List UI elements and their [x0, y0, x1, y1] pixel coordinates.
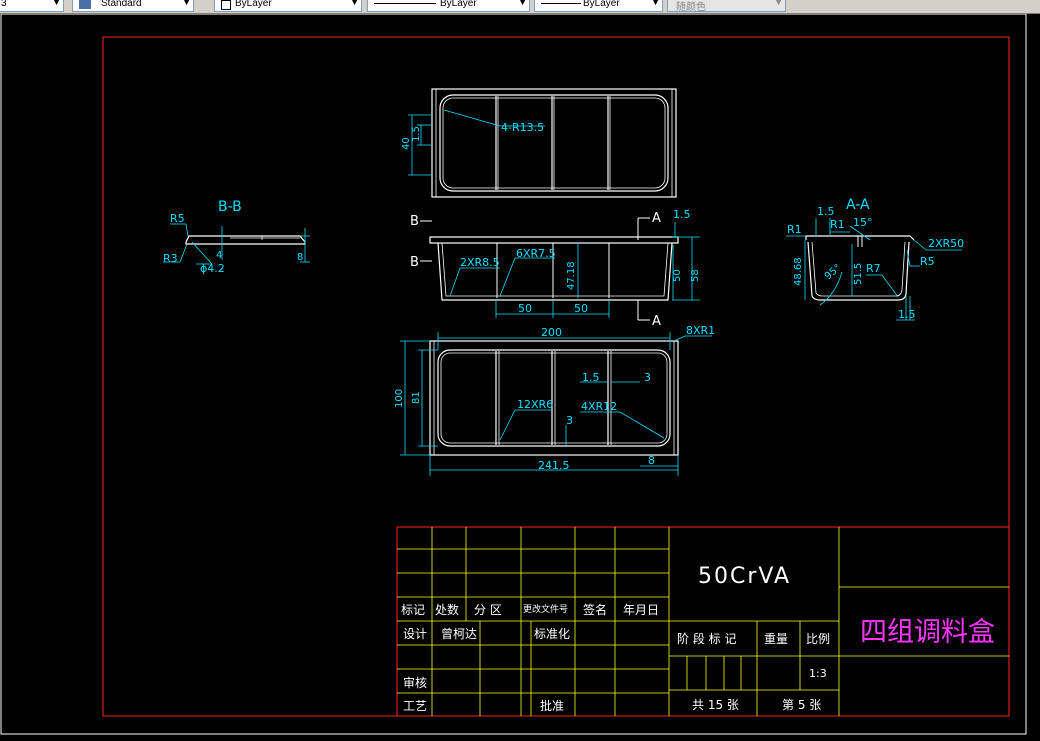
design-label: 设计	[403, 627, 427, 641]
text-style-dropdown[interactable]: Standard ▼	[72, 0, 194, 12]
dim-bb-h4: 4	[216, 250, 222, 261]
dim-front-w50b: 50	[574, 302, 588, 315]
dim-plan-w200: 200	[541, 326, 562, 339]
dim-top-t15: 1.5	[411, 126, 422, 142]
dim-aa-r5: R5	[920, 255, 935, 268]
section-markers	[420, 217, 650, 321]
chevron-down-icon[interactable]: ▼	[182, 0, 191, 7]
chevron-down-icon: ▼	[774, 0, 783, 7]
dim-plan-w2415: 241.5	[538, 459, 570, 472]
dim-aa-h4868: 48.68	[793, 257, 804, 286]
dim-plan-w8: 8	[648, 454, 655, 467]
dim-aa-angle15: 15°	[853, 216, 873, 229]
approve-label: 批准	[540, 698, 564, 713]
dim-front-r6: 6XR7.5	[516, 247, 556, 260]
header-signature: 签名	[583, 602, 607, 617]
section-mark-b-bottom: B	[410, 255, 419, 270]
header-zone: 分 区	[474, 603, 502, 617]
dim-plan-t3: 3	[644, 371, 651, 384]
dim-aa-r50: 2XR50	[928, 237, 964, 250]
dim-front-t15: 1.5	[673, 208, 691, 221]
lineweight-preview	[541, 3, 581, 4]
scale-value: 1:3	[809, 667, 827, 680]
chevron-down-icon[interactable]: ▼	[52, 0, 61, 7]
text-style-prefix-dropdown[interactable]: 3 ▼	[0, 0, 64, 12]
dim-bb-r3: R3	[163, 252, 178, 265]
sheet-number: 第 5 张	[782, 698, 821, 712]
text-style-icon	[79, 0, 91, 9]
layer-color-dropdown[interactable]: ByLayer ▼	[214, 0, 362, 12]
section-bb-title: B-B	[218, 199, 242, 215]
plot-style-dropdown: 随颜色 ▼	[667, 0, 786, 12]
dim-bb-r5: R5	[170, 212, 185, 225]
linetype-value: ByLayer	[440, 0, 477, 9]
lineweight-dropdown[interactable]: ByLayer ▼	[534, 0, 663, 12]
dim-bb-phi: ϕ4.2	[200, 262, 225, 275]
drawing-canvas[interactable]: 4-R13.5 40 1.5 B B A A 2XR8.5 6XR7.5 47.…	[0, 13, 1040, 737]
process-label: 工艺	[403, 699, 427, 713]
title-block-text: 标记 处数 分 区 更改文件号 签名 年月日 设计 曾柯达 标准化 审核 工艺 …	[401, 564, 995, 713]
chevron-down-icon[interactable]: ▼	[651, 0, 660, 7]
chevron-down-icon[interactable]: ▼	[518, 0, 527, 7]
dim-aa-angle95: 95°	[823, 262, 844, 282]
dim-plan-t3b: 3	[566, 414, 573, 427]
header-count: 处数	[435, 602, 459, 617]
dim-front-h50: 50	[672, 269, 683, 282]
dim-plan-r8: 8XR1	[686, 324, 715, 337]
section-bb	[185, 235, 306, 245]
standardize-label: 标准化	[534, 627, 570, 641]
linetype-dropdown[interactable]: ByLayer ▼	[367, 0, 530, 12]
dim-front-r2: 2XR8.5	[460, 256, 500, 269]
material-text: 50CrVA	[698, 564, 791, 589]
section-mark-a-bottom: A	[652, 314, 661, 329]
header-change-doc: 更改文件号	[523, 603, 568, 615]
scale-label: 比例	[806, 632, 830, 646]
top-view	[431, 88, 677, 198]
dim-aa-r1-left: R1	[787, 223, 802, 236]
dim-plan-t15: 1.5	[582, 371, 600, 384]
dim-plan-r12a: 12XR6	[517, 398, 553, 411]
plan-view	[429, 340, 679, 456]
stage-label: 阶 段 标 记	[677, 631, 736, 646]
dim-aa-h515: 51.5	[853, 263, 864, 285]
linetype-preview	[374, 3, 436, 4]
header-mark: 标记	[401, 603, 425, 617]
color-value: ByLayer	[235, 0, 272, 9]
designer-name: 曾柯达	[441, 627, 477, 641]
dim-bb-h8: 8	[297, 252, 303, 263]
top-view-dims	[408, 109, 545, 176]
dim-front-w50a: 50	[518, 302, 532, 315]
dim-aa-r1-right: R1	[830, 218, 845, 231]
dim-plan-h81: 81	[411, 391, 422, 404]
dim-plan-h100: 100	[394, 389, 405, 408]
header-date: 年月日	[623, 603, 659, 617]
section-mark-a-top: A	[652, 211, 661, 226]
dim-plan-r4: 4XR12	[581, 400, 617, 413]
dim-front-h4718: 47.18	[566, 261, 577, 290]
drawing-svg[interactable]: 4-R13.5 40 1.5 B B A A 2XR8.5 6XR7.5 47.…	[0, 13, 1040, 737]
text-style-prefix-value: 3	[1, 0, 7, 9]
plot-style-value: 随颜色	[676, 2, 706, 12]
lineweight-value: ByLayer	[583, 0, 620, 9]
properties-toolbar: 3 ▼ Standard ▼ ByLayer ▼ ByLayer ▼ ByLay…	[0, 0, 1040, 14]
section-mark-b-top: B	[410, 214, 419, 229]
color-swatch-icon	[221, 0, 231, 10]
total-sheets: 共 15 张	[692, 698, 739, 712]
chevron-down-icon[interactable]: ▼	[350, 0, 359, 7]
dim-aa-t15: 1.5	[817, 205, 835, 218]
text-style-value: Standard	[101, 0, 142, 9]
section-aa-title: A-A	[846, 197, 870, 213]
drawing-title: 四组调料盒	[860, 617, 995, 648]
dim-top-radius: 4-R13.5	[501, 121, 544, 134]
dim-front-h58: 58	[690, 269, 701, 282]
weight-label: 重量	[764, 632, 788, 646]
dim-aa-r7: R7	[866, 262, 881, 275]
review-label: 审核	[403, 675, 427, 690]
dim-aa-t15b: 1.5	[898, 308, 916, 321]
